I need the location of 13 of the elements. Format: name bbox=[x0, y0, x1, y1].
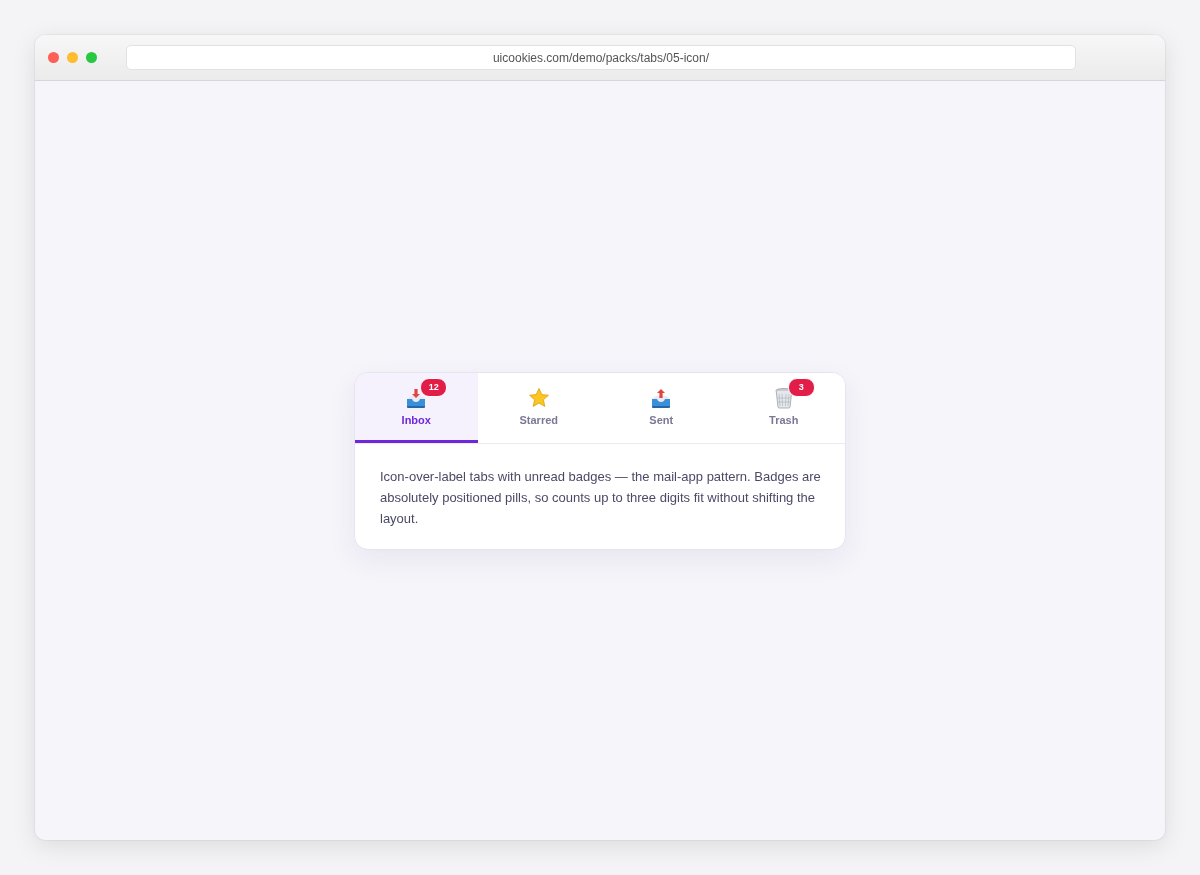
panel-description: Icon-over-label tabs with unread badges — the mail-app pattern. Badges are absolutely positioned pills, so counts up to three digits fit without shifting the layout. bbox=[379, 467, 822, 528]
tab[interactable]: 12 Inbox bbox=[355, 372, 478, 443]
inbox-tray-icon bbox=[405, 386, 428, 409]
window-control-icon[interactable] bbox=[48, 52, 59, 63]
count-badge: 3 bbox=[787, 378, 815, 397]
wastebasket-icon bbox=[772, 386, 795, 409]
window-control-icon[interactable] bbox=[67, 52, 78, 63]
count-badge: 12 bbox=[420, 378, 448, 397]
star-icon bbox=[527, 386, 550, 409]
outbox-tray-icon bbox=[650, 386, 673, 409]
tab[interactable]: 3 Trash bbox=[722, 372, 845, 443]
address-bar[interactable]: uicookies.com/demo/packs/tabs/05-icon/ bbox=[126, 45, 1076, 70]
window-control-icon[interactable] bbox=[86, 52, 97, 63]
